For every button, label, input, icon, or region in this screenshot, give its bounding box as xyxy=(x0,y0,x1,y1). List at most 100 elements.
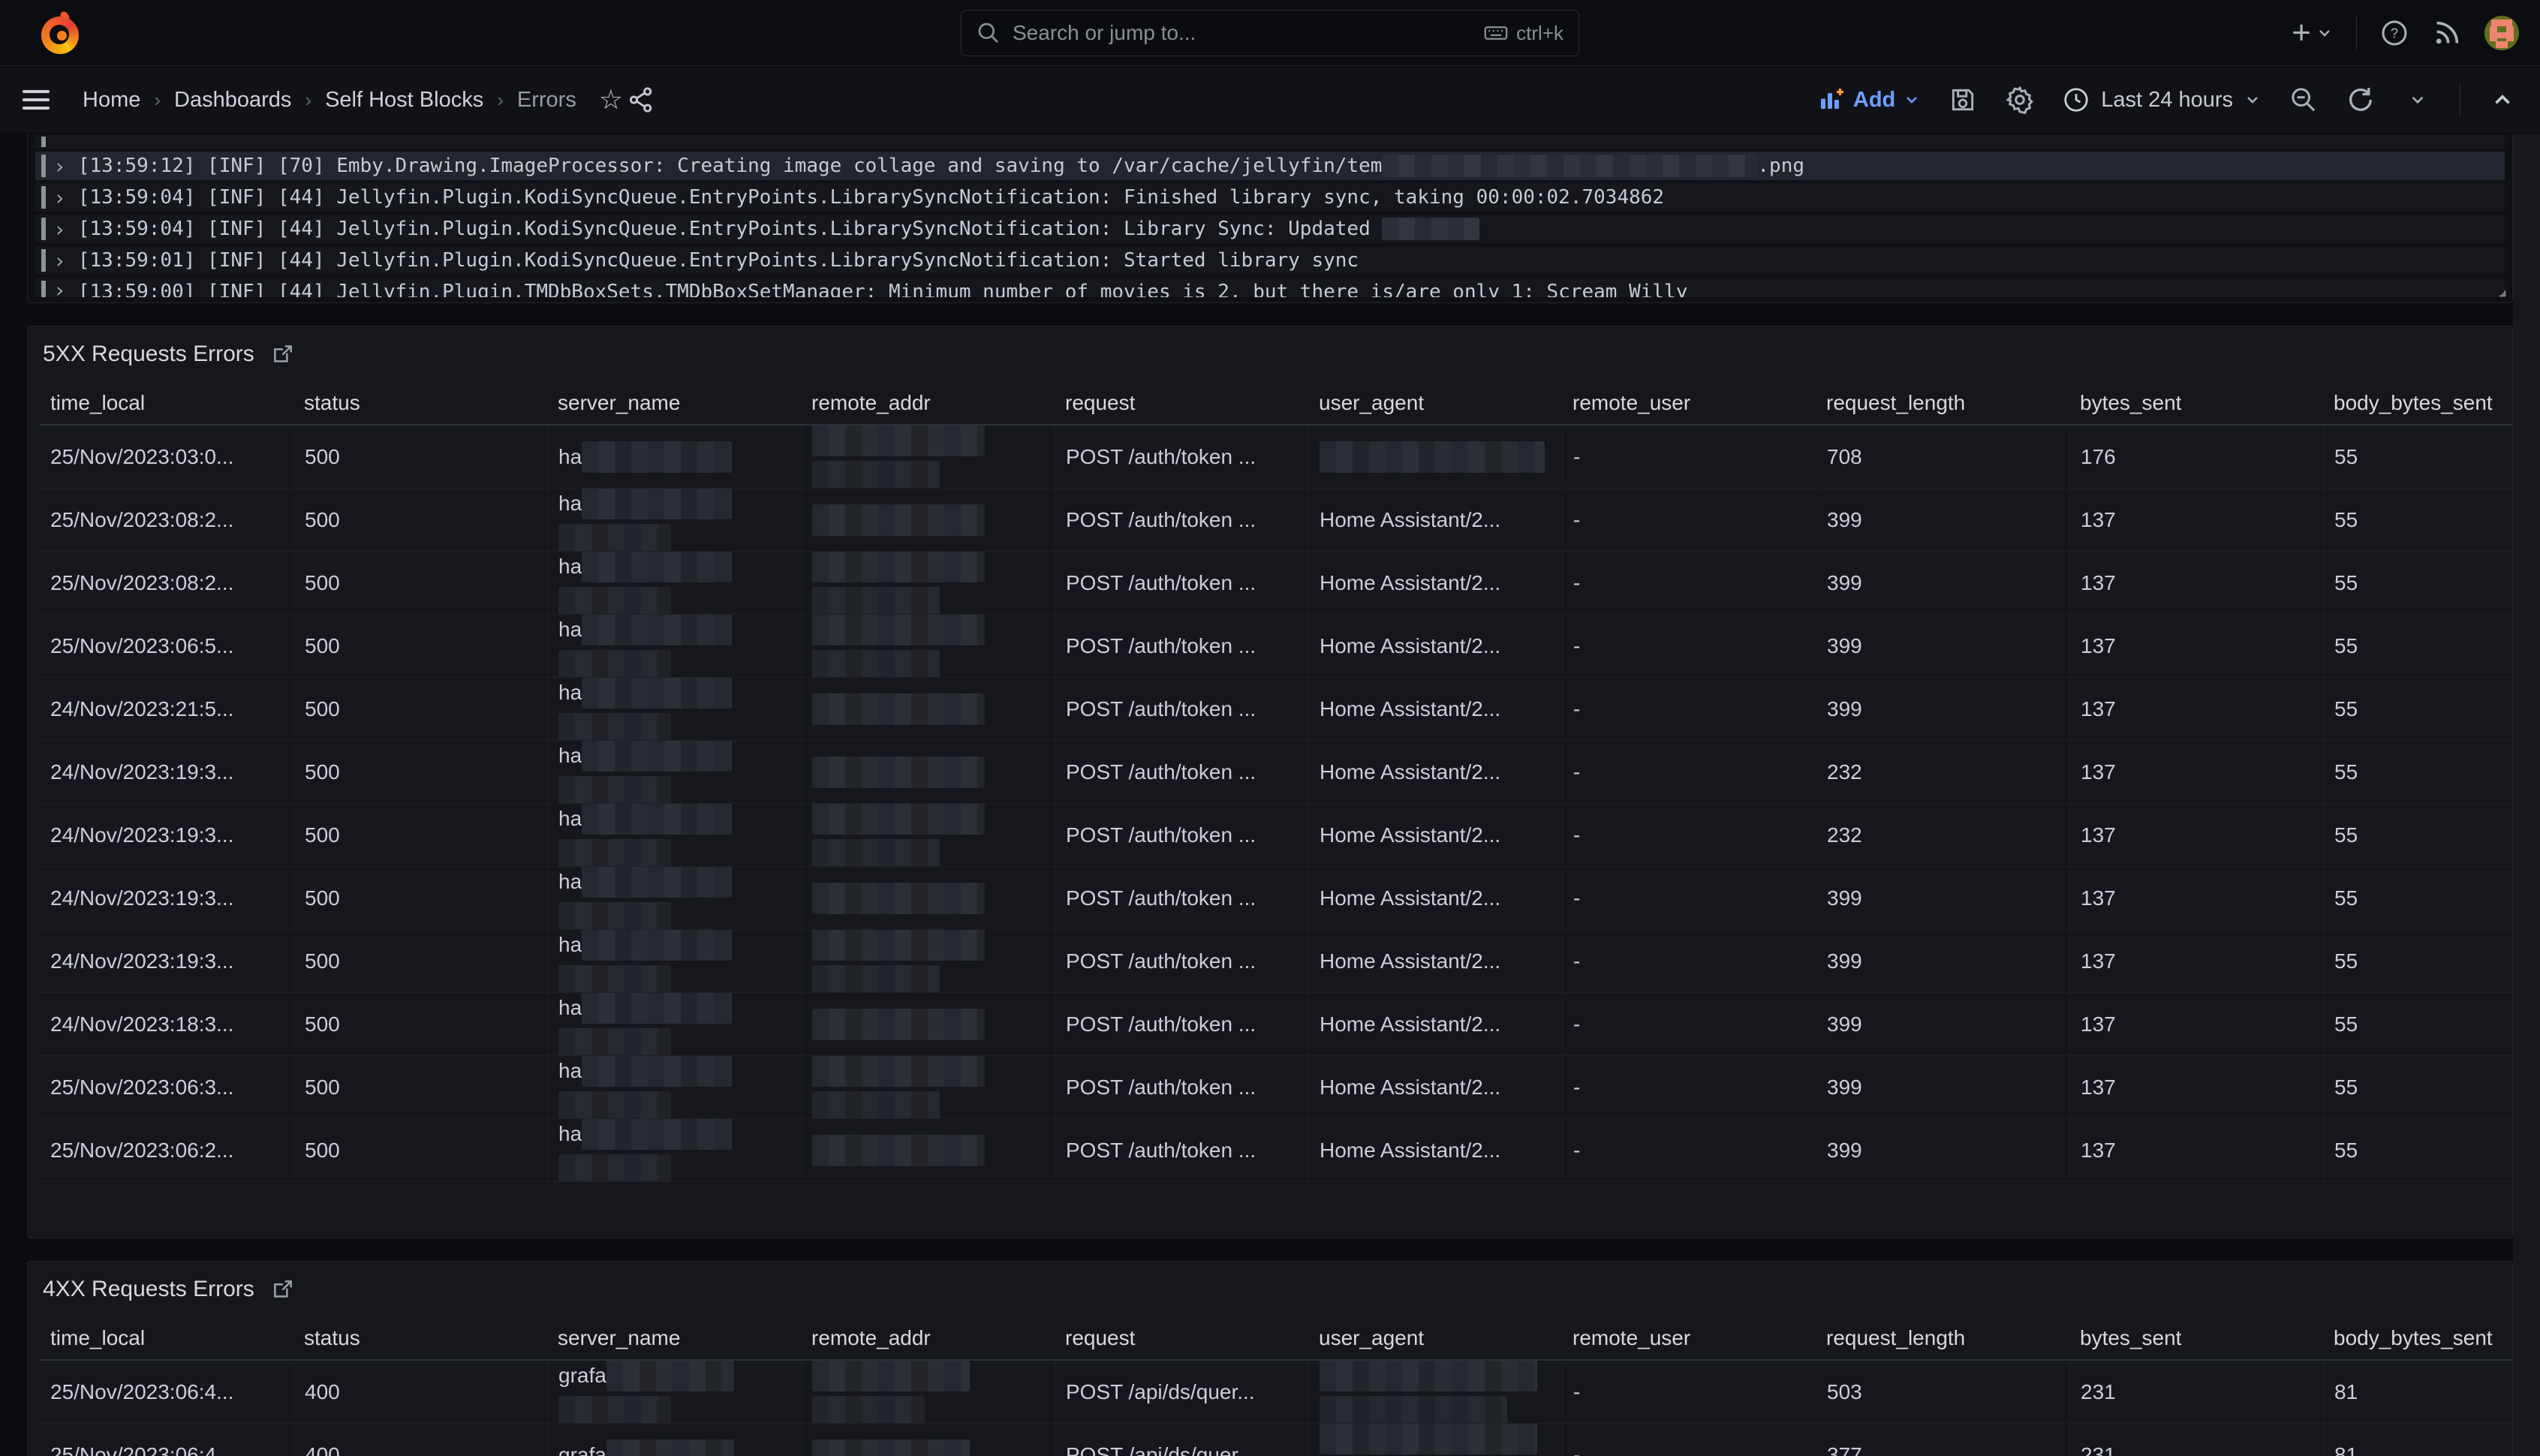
column-header-remote_user[interactable]: remote_user xyxy=(1562,391,1816,415)
column-header-user_agent[interactable]: user_agent xyxy=(1308,391,1562,415)
external-link-icon[interactable] xyxy=(271,342,295,366)
cell-body_bytes_sent: 81 xyxy=(2323,1361,2513,1423)
cell-body_bytes_sent: 55 xyxy=(2323,993,2513,1055)
cell-remote_addr xyxy=(801,426,1055,488)
redacted-blur xyxy=(812,552,985,582)
redacted-blur xyxy=(1320,1361,1537,1391)
breadcrumb-home[interactable]: Home xyxy=(83,88,140,113)
redacted-blur xyxy=(812,965,940,993)
column-header-remote_addr[interactable]: remote_addr xyxy=(801,391,1055,415)
log-row[interactable] xyxy=(35,135,2505,149)
redacted-blur xyxy=(812,1396,925,1424)
cell-user_agent xyxy=(1308,426,1562,488)
breadcrumb-errors: Errors xyxy=(517,88,576,113)
column-header-server_name[interactable]: server_name xyxy=(547,1326,801,1350)
column-header-status[interactable]: status xyxy=(293,1326,547,1350)
cell-bytes_sent: 137 xyxy=(2069,489,2323,551)
log-expand-chevron-icon[interactable]: › xyxy=(53,278,66,297)
column-header-status[interactable]: status xyxy=(293,391,547,415)
log-level-bar xyxy=(41,249,46,272)
dashboard-settings-button[interactable] xyxy=(2005,82,2035,118)
column-header-request_length[interactable]: request_length xyxy=(1816,391,2069,415)
breadcrumb-separator: › xyxy=(305,89,311,112)
panel-title[interactable]: 5XX Requests Errors xyxy=(43,341,254,367)
column-header-remote_user[interactable]: remote_user xyxy=(1562,1326,1816,1350)
time-range-picker[interactable]: Last 24 hours xyxy=(2062,86,2262,114)
keyboard-shortcut: ctrl+k xyxy=(1483,20,1563,46)
column-header-body_bytes_sent[interactable]: body_bytes_sent xyxy=(2323,1326,2513,1350)
redacted-blur xyxy=(558,1091,671,1119)
cell-bytes_sent: 137 xyxy=(2069,1056,2323,1118)
column-header-time_local[interactable]: time_local xyxy=(40,1326,293,1350)
add-panel-button[interactable]: Add xyxy=(1819,86,1921,113)
save-dashboard-button[interactable] xyxy=(1948,82,1978,118)
column-header-server_name[interactable]: server_name xyxy=(547,391,801,415)
share-button[interactable] xyxy=(626,82,656,118)
help-button[interactable]: ? xyxy=(2379,15,2409,51)
column-header-remote_addr[interactable]: remote_addr xyxy=(801,1326,1055,1350)
redacted-blur xyxy=(1382,218,1479,240)
redacted-blur xyxy=(812,587,940,615)
breadcrumb-dashboards[interactable]: Dashboards xyxy=(174,88,291,113)
column-header-bytes_sent[interactable]: bytes_sent xyxy=(2069,1326,2323,1350)
redacted-blur xyxy=(812,1439,970,1456)
user-avatar[interactable] xyxy=(2484,16,2519,50)
search-input[interactable]: Search or jump to... ctrl+k xyxy=(961,10,1579,56)
cell-request: POST /auth/token ... xyxy=(1055,804,1308,866)
news-button[interactable] xyxy=(2432,15,2462,51)
log-expand-chevron-icon[interactable]: › xyxy=(53,185,66,210)
cell-body_bytes_sent: 55 xyxy=(2323,426,2513,488)
cell-server_name: ha xyxy=(547,993,801,1055)
cell-remote_user: - xyxy=(1562,741,1816,803)
column-header-request[interactable]: request xyxy=(1055,1326,1308,1350)
log-row[interactable]: ›[13:59:12] [INF] [70] Emby.Drawing.Imag… xyxy=(35,152,2505,180)
cell-request_length: 503 xyxy=(1816,1361,2069,1423)
table-row: 24/Nov/2023:19:3...500haPOST /auth/token… xyxy=(40,741,2513,804)
log-level-bar xyxy=(41,186,46,209)
cell-server_name: ha xyxy=(547,489,801,551)
cell-user_agent: Home Assistant/2... xyxy=(1308,930,1562,992)
settings-gear-icon xyxy=(2005,85,2035,115)
log-row[interactable]: ›[13:59:01] [INF] [44] Jellyfin.Plugin.K… xyxy=(35,246,2505,275)
panel-resize-handle[interactable] xyxy=(2491,282,2508,299)
refresh-interval-dropdown[interactable] xyxy=(2403,82,2433,118)
cell-request: POST /auth/token ... xyxy=(1055,1056,1308,1118)
redacted-blur xyxy=(812,1056,985,1087)
log-expand-chevron-icon[interactable]: › xyxy=(53,248,66,273)
page-scrollbar[interactable] xyxy=(2513,134,2540,1456)
column-header-body_bytes_sent[interactable]: body_bytes_sent xyxy=(2323,391,2513,415)
favorite-button[interactable]: ☆ xyxy=(596,82,626,118)
grafana-logo-icon[interactable] xyxy=(41,11,80,55)
redacted-blur xyxy=(812,804,985,835)
log-row[interactable]: ›[13:59:04] [INF] [44] Jellyfin.Plugin.K… xyxy=(35,183,2505,212)
column-header-bytes_sent[interactable]: bytes_sent xyxy=(2069,391,2323,415)
log-row[interactable]: ›[13:59:00] [INF] [44] Jellyfin.Plugin.T… xyxy=(35,278,2505,297)
cell-server_name: grafa xyxy=(547,1424,801,1456)
column-header-request_length[interactable]: request_length xyxy=(1816,1326,2069,1350)
column-header-time_local[interactable]: time_local xyxy=(40,391,293,415)
log-row[interactable]: ›[13:59:04] [INF] [44] Jellyfin.Plugin.K… xyxy=(35,215,2505,243)
cell-bytes_sent: 176 xyxy=(2069,426,2323,488)
new-button[interactable]: + xyxy=(2292,15,2334,51)
panel-title[interactable]: 4XX Requests Errors xyxy=(43,1277,254,1302)
log-level-bar xyxy=(41,281,46,297)
cell-user_agent: Home Assistant/2... xyxy=(1308,489,1562,551)
cell-bytes_sent: 137 xyxy=(2069,741,2323,803)
column-header-request[interactable]: request xyxy=(1055,391,1308,415)
redacted-blur xyxy=(582,741,732,772)
external-link-icon[interactable] xyxy=(271,1277,295,1301)
menu-icon[interactable] xyxy=(23,85,57,115)
cell-remote_addr xyxy=(801,867,1055,929)
table-row: 24/Nov/2023:19:3...500haPOST /auth/token… xyxy=(40,804,2513,867)
cell-remote_addr xyxy=(801,1424,1055,1456)
column-header-user_agent[interactable]: user_agent xyxy=(1308,1326,1562,1350)
log-expand-chevron-icon[interactable]: › xyxy=(53,154,66,179)
refresh-button[interactable] xyxy=(2346,82,2376,118)
breadcrumb-self-host-blocks[interactable]: Self Host Blocks xyxy=(325,88,483,113)
kiosk-mode-button[interactable] xyxy=(2487,82,2517,118)
table-header-row: time_localstatusserver_nameremote_addrre… xyxy=(40,382,2513,426)
zoom-out-button[interactable] xyxy=(2289,82,2319,118)
cell-bytes_sent: 137 xyxy=(2069,993,2323,1055)
table-row: 24/Nov/2023:19:3...500haPOST /auth/token… xyxy=(40,867,2513,930)
log-expand-chevron-icon[interactable]: › xyxy=(53,217,66,242)
